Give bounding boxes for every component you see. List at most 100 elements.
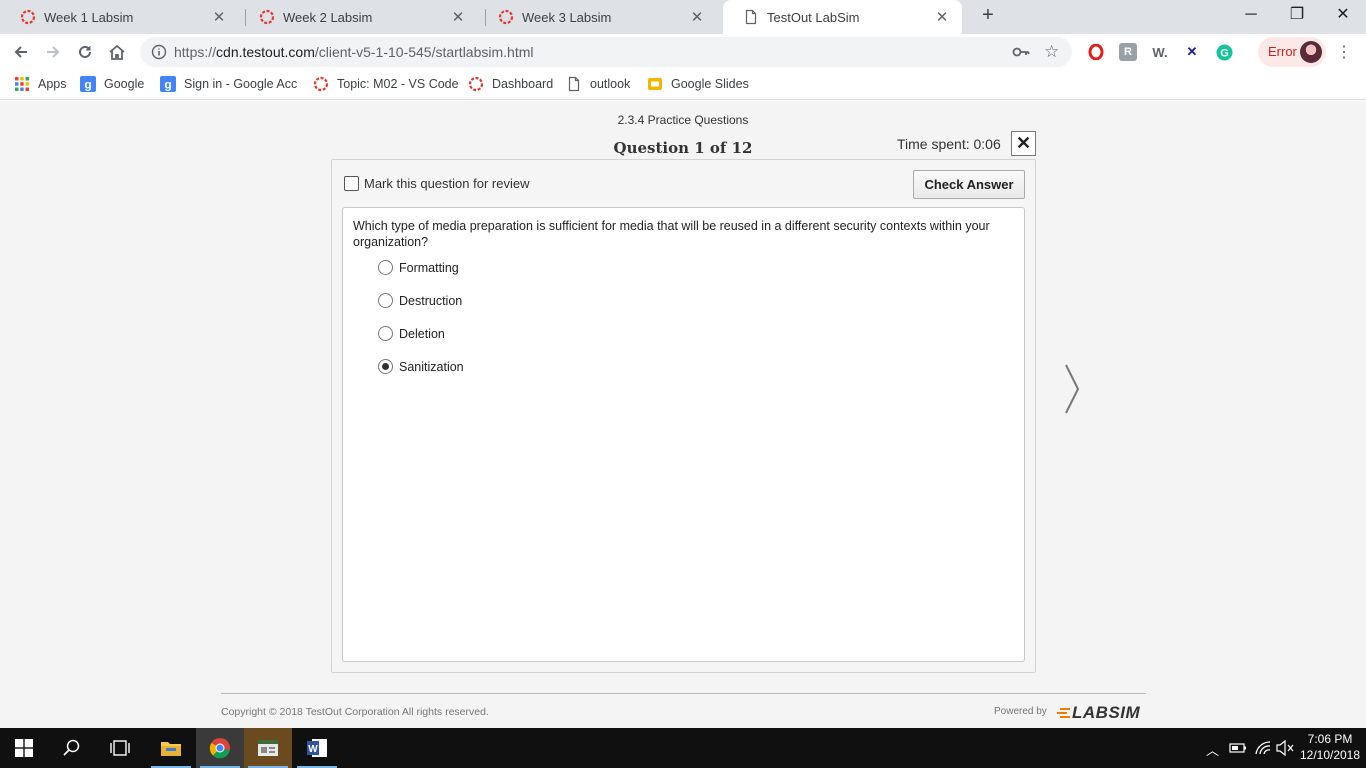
bookmark-google[interactable]: g Google [80, 76, 144, 92]
tab-label: Week 3 Labsim [522, 9, 612, 25]
answer-option-deletion[interactable]: Deletion [378, 326, 445, 341]
question-panel: Mark this question for review Check Answ… [331, 159, 1036, 673]
folder-icon [161, 742, 181, 756]
info-icon[interactable] [151, 44, 167, 60]
chrome-button[interactable] [196, 728, 244, 768]
page-icon [745, 9, 757, 25]
tab-label: Week 1 Labsim [44, 9, 134, 25]
labsim-icon [259, 9, 275, 25]
close-icon: ✕ [1015, 133, 1032, 153]
avatar [1300, 41, 1322, 63]
svg-text:G: G [1220, 47, 1229, 59]
section-title: 2.3.4 Practice Questions [617, 113, 749, 127]
chrome-icon [209, 738, 230, 759]
answer-option-destruction[interactable]: Destruction [378, 293, 462, 308]
new-tab-button[interactable]: + [976, 4, 1000, 30]
key-icon[interactable] [1012, 44, 1030, 60]
labsim-mark-icon [1057, 708, 1070, 718]
next-question-arrow-icon[interactable] [1060, 361, 1084, 417]
windows-logo-icon [15, 739, 33, 757]
question-text: Which type of media preparation is suffi… [353, 219, 990, 249]
close-icon[interactable]: ✕ [685, 8, 709, 26]
labsim-logo: LABSIM [1056, 703, 1140, 723]
bookmarks-bar: Apps g Google g Sign in - Google Acc Top… [0, 70, 1366, 100]
labsim-icon [313, 76, 329, 92]
url-prefix: https:// [174, 44, 217, 60]
radio-button[interactable] [378, 260, 393, 275]
url-path: /client-v5-1-10-545/startlabsim.html [314, 44, 534, 60]
tab-testout-labsim[interactable]: TestOut LabSim ✕ [723, 0, 962, 34]
app-button[interactable] [244, 728, 292, 768]
apps-grid-icon [15, 77, 29, 91]
w-extension-icon[interactable]: W. [1151, 43, 1169, 61]
tab-strip: Week 1 Labsim ✕ Week 2 Labsim ✕ Week 3 L… [0, 0, 1366, 34]
menu-dots-icon[interactable]: ⋮ [1336, 42, 1352, 62]
reload-button[interactable] [71, 38, 99, 66]
radio-button[interactable] [378, 326, 393, 341]
address-bar[interactable]: https://cdn.testout.com/client-v5-1-10-5… [140, 37, 1072, 67]
radio-button[interactable] [378, 293, 393, 308]
tab-week1[interactable]: Week 1 Labsim ✕ [0, 0, 239, 34]
url-host: cdn.testout.com [216, 44, 315, 60]
radio-button-selected[interactable] [378, 359, 393, 374]
home-icon [109, 44, 125, 60]
close-quiz-button[interactable]: ✕ [1011, 131, 1036, 156]
tab-label: Week 2 Labsim [283, 9, 373, 25]
clock-time: 7:06 PM [1307, 732, 1353, 746]
word-button[interactable]: W [293, 728, 341, 768]
labsim-wordmark: LABSIM [1072, 703, 1141, 722]
bookmark-label: Topic: M02 - VS Code [337, 77, 459, 91]
check-answer-button[interactable]: Check Answer [913, 170, 1025, 199]
close-icon[interactable]: ✕ [446, 8, 470, 26]
answer-label: Formatting [399, 260, 459, 275]
url-text: https://cdn.testout.com/client-v5-1-10-5… [174, 44, 534, 60]
word-icon: W [307, 739, 327, 757]
close-icon[interactable]: ✕ [207, 8, 231, 26]
bookmark-dashboard[interactable]: Dashboard [468, 76, 553, 92]
battery-icon[interactable] [1229, 742, 1247, 754]
search-button[interactable] [48, 728, 96, 768]
system-clock[interactable]: 7:06 PM 12/10/2018 [1296, 731, 1364, 763]
volume-muted-icon[interactable] [1276, 740, 1294, 756]
bookmark-label: Apps [38, 77, 67, 91]
arrows-extension-icon[interactable]: ✕ [1183, 43, 1201, 61]
error-label: Error [1268, 44, 1297, 59]
forward-button[interactable] [39, 38, 67, 66]
opera-extension-icon[interactable] [1087, 43, 1105, 61]
restore-button[interactable]: ❐ [1274, 0, 1320, 30]
mark-review-option[interactable]: Mark this question for review [344, 176, 529, 191]
back-button[interactable] [7, 38, 35, 66]
minimize-button[interactable]: ─ [1228, 0, 1274, 30]
bookmark-google-signin[interactable]: g Sign in - Google Acc [160, 76, 297, 92]
bookmark-google-slides[interactable]: Google Slides [647, 76, 749, 92]
page-icon [568, 76, 580, 92]
labsim-icon [468, 76, 484, 92]
bookmark-label: Dashboard [492, 77, 554, 91]
bookmark-apps[interactable]: Apps [14, 76, 67, 92]
bookmark-outlook[interactable]: outlook [566, 76, 630, 92]
grey-extension-icon[interactable]: R [1119, 43, 1137, 61]
window-close-button[interactable]: ✕ [1320, 0, 1366, 30]
file-explorer-button[interactable] [147, 728, 195, 768]
close-icon[interactable]: ✕ [930, 8, 954, 26]
task-view-button[interactable] [96, 728, 144, 768]
profile-error-button[interactable]: Error [1258, 37, 1326, 67]
answer-option-formatting[interactable]: Formatting [378, 260, 459, 275]
labsim-icon [498, 9, 514, 25]
mark-review-checkbox[interactable] [344, 176, 359, 191]
tab-week3[interactable]: Week 3 Labsim ✕ [478, 0, 717, 34]
answer-option-sanitization[interactable]: Sanitization [378, 359, 464, 374]
star-icon[interactable]: ☆ [1044, 42, 1059, 62]
google-icon: g [160, 76, 176, 92]
powered-by-text: Powered by [994, 706, 1047, 717]
bookmark-label: Google Slides [671, 77, 749, 91]
start-button[interactable] [0, 728, 48, 768]
wifi-icon[interactable] [1254, 740, 1272, 756]
slides-icon [648, 78, 662, 90]
home-button[interactable] [103, 38, 131, 66]
grammarly-icon[interactable]: G [1215, 43, 1233, 61]
bookmark-label: Google [104, 77, 145, 91]
chevron-up-icon[interactable]: ︿ [1206, 740, 1219, 759]
tab-week2[interactable]: Week 2 Labsim ✕ [239, 0, 478, 34]
bookmark-topic-m02[interactable]: Topic: M02 - VS Code [313, 76, 459, 92]
